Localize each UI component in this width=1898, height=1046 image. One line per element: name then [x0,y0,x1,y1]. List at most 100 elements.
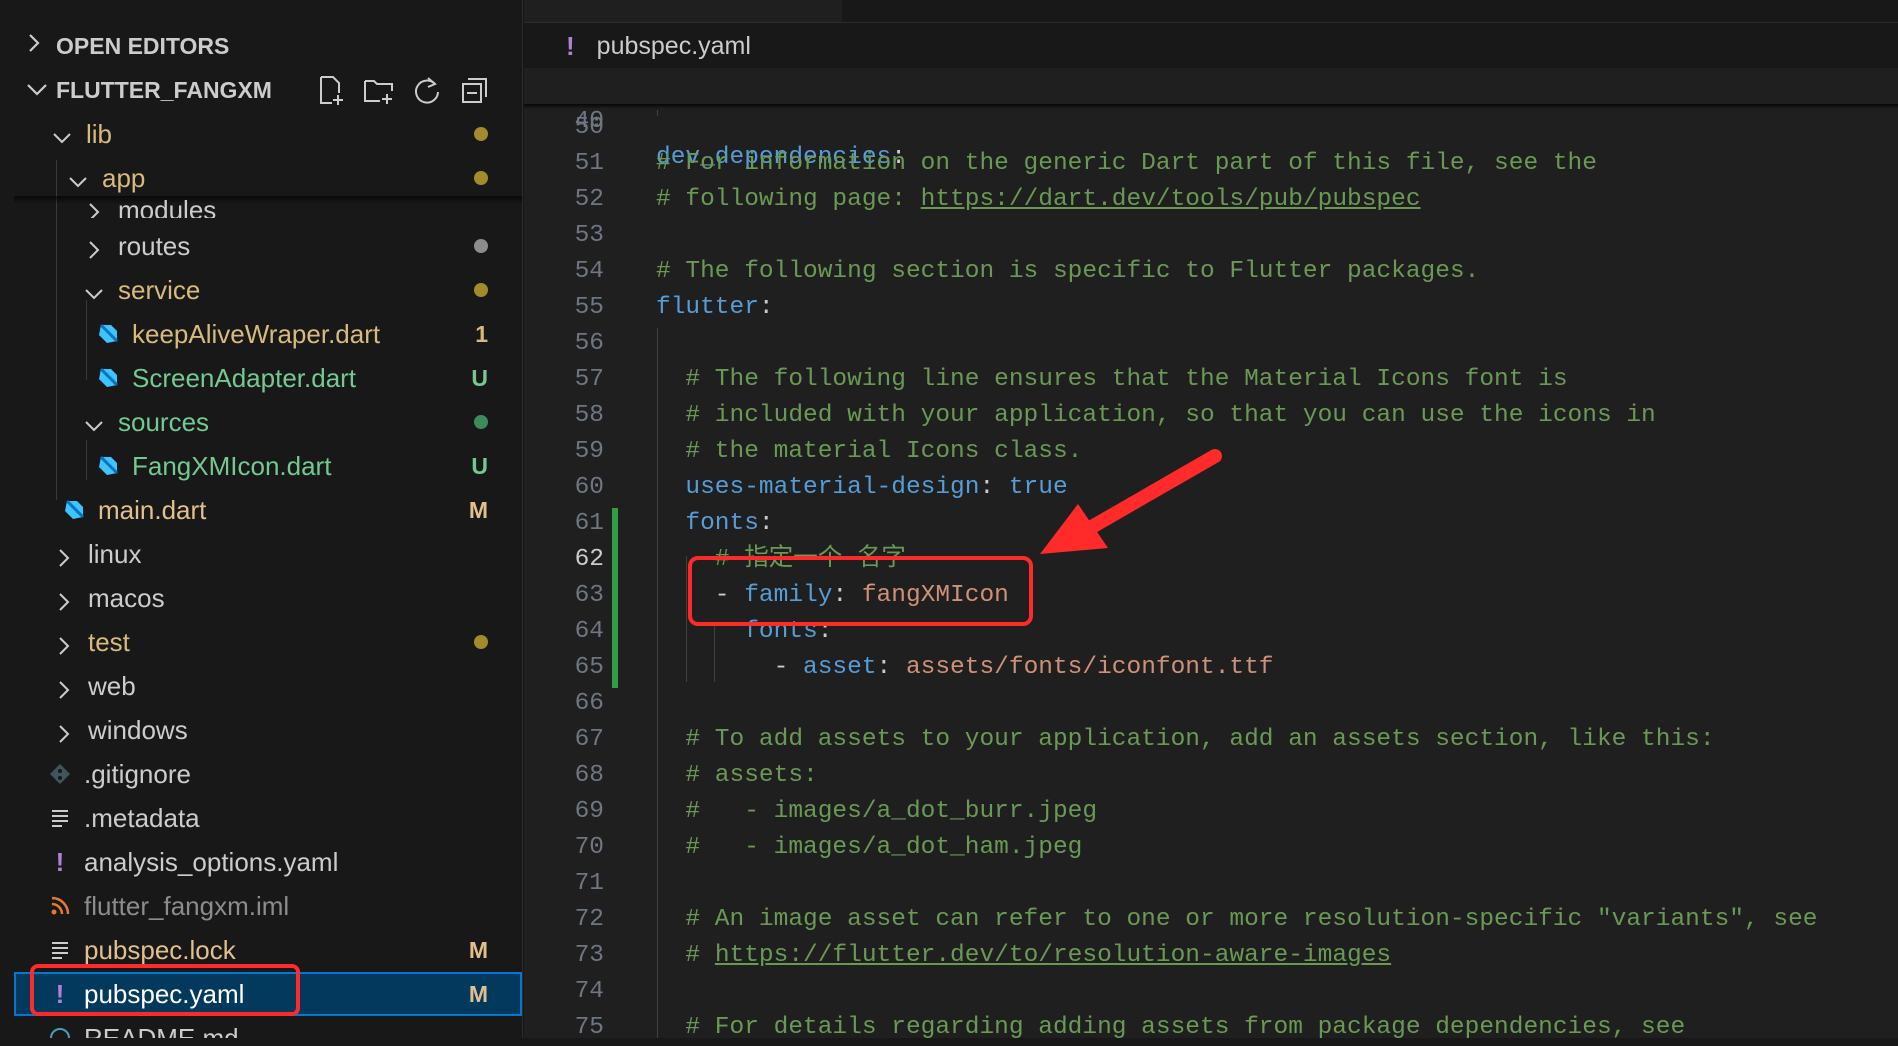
line-number: 74 [574,978,604,1005]
tree-folder-sources[interactable]: sources [14,400,522,444]
dart-file-icon [60,496,88,524]
comment-text: # For information on the generic Dart pa… [656,150,1597,177]
code-text: - asset: assets/fonts/iconfont.ttf [656,650,1274,686]
code-line[interactable]: 53 [524,218,1898,254]
yaml-colon: : [876,654,906,681]
line-number: 56 [574,330,604,357]
code-line[interactable]: 69 # - images/a_dot_burr.jpeg [524,794,1898,830]
code-line[interactable]: 70 # - images/a_dot_ham.jpeg [524,830,1898,866]
chevron-down-icon [84,412,104,432]
line-number: 60 [574,474,604,501]
comment-text: # https://flutter.dev/to/resolution-awar… [656,938,1391,974]
project-header[interactable]: FLUTTER_FANGXM [0,70,522,110]
open-editors-header[interactable]: OPEN EDITORS [0,26,522,66]
tree-item-label: pubspec.lock [84,934,236,965]
tree-folder-web[interactable]: web [14,664,522,708]
code-line[interactable]: 66 [524,686,1898,722]
tree-file-screenadapter[interactable]: ScreenAdapter.dart U [14,356,522,400]
editor-tab[interactable] [1200,0,1545,22]
tree-folder-modules[interactable]: modules [14,190,522,218]
tree-folder-routes[interactable]: routes [14,224,522,268]
line-number: 65 [574,654,604,681]
tree-item-label: modules [118,195,217,218]
chevron-right-icon [84,198,104,218]
code-line[interactable]: 65 - asset: assets/fonts/iconfont.ttf [524,650,1898,686]
tree-item-label: lib [86,118,113,149]
yaml-exclamation-icon: ! [55,846,65,877]
modified-dot [474,239,488,253]
code-line[interactable]: 68 # assets: [524,758,1898,794]
text-lines-icon [46,936,74,964]
dart-file-icon [94,320,122,348]
tree-folder-lib[interactable]: lib [14,112,522,156]
tree-file-readme[interactable]: README.md [14,1016,522,1038]
new-folder-icon[interactable] [362,73,396,107]
project-label: FLUTTER_FANGXM [56,76,272,103]
tree-folder-linux[interactable]: linux [14,532,522,576]
code-line[interactable]: 50 [524,110,1898,146]
tree-folder-macos[interactable]: macos [14,576,522,620]
problem-count-badge: 1 [475,320,488,347]
code-line[interactable]: 54 # The following section is specific to… [524,254,1898,290]
code-line[interactable]: 67 # To add assets to your application, … [524,722,1898,758]
sticky-scroll-line[interactable]: 40 dev_dependencies: [524,68,1898,171]
annotation-highlight-box [688,556,1033,626]
tree-folder-test[interactable]: test [14,620,522,664]
editor-tab[interactable] [1544,0,1898,22]
editor-tab[interactable] [524,0,843,22]
line-number: 59 [574,438,604,465]
refresh-icon[interactable] [410,73,444,107]
code-line[interactable]: 75 # For details regarding adding assets… [524,1010,1898,1046]
chevron-right-icon [54,544,74,567]
tree-item-label: flutter_fangxm.iml [84,890,290,921]
tree-file-analysis-options[interactable]: ! analysis_options.yaml [14,840,522,884]
yaml-key: asset [803,654,877,681]
tree-file-iml[interactable]: flutter_fangxm.iml [14,884,522,928]
comment-link[interactable]: https://dart.dev/tools/pub/pubspec [921,186,1421,213]
code-line[interactable]: 72 # An image asset can refer to one or … [524,902,1898,938]
tree-item-label: main.dart [98,494,207,525]
code-text: fonts: [656,506,774,542]
git-status-badge: M [468,936,488,963]
yaml-colon: : [758,510,774,537]
editor-tab[interactable] [842,0,1201,22]
line-number: 53 [574,222,604,249]
tree-file-metadata[interactable]: .metadata [14,796,522,840]
tree-file-fangxmicon[interactable]: FangXMIcon.dart U [14,444,522,488]
new-file-icon[interactable] [314,73,348,107]
code-line[interactable]: 51 # For information on the generic Dart … [524,146,1898,182]
tree-file-keepalivewraper[interactable]: keepAliveWraper.dart 1 [14,312,522,356]
tree-item-label: routes [118,230,191,261]
code-line[interactable]: 56 [524,326,1898,362]
tree-item-label: keepAliveWraper.dart [132,318,381,349]
code-line[interactable]: 71 [524,866,1898,902]
yaml-key: uses-material-design [656,474,980,501]
code-line[interactable]: 58 # included with your application, so … [524,398,1898,434]
line-number: 68 [574,762,604,789]
line-number: 67 [574,726,604,753]
tree-folder-service[interactable]: service [14,268,522,312]
line-number: 61 [574,510,604,537]
tree-file-gitignore[interactable]: .gitignore [14,752,522,796]
comment-link[interactable]: https://flutter.dev/to/resolution-aware-… [715,942,1391,969]
chevron-down-icon [84,280,104,300]
modified-dot [474,283,488,297]
comment-text: # An image asset can refer to one or mor… [656,906,1818,933]
code-line[interactable]: 57 # The following line ensures that the… [524,362,1898,398]
breadcrumb-file[interactable]: pubspec.yaml [597,32,751,61]
tree-file-main[interactable]: main.dart M [14,488,522,532]
tree-folder-windows[interactable]: windows [14,708,522,752]
chevron-right-icon [84,236,104,259]
code-line[interactable]: 73 # https://flutter.dev/to/resolution-a… [524,938,1898,974]
code-line[interactable]: 74 [524,974,1898,1010]
code-line[interactable]: 52 # following page: https://dart.dev/too… [524,182,1898,218]
code-line[interactable]: 55 flutter: [524,290,1898,326]
comment-text: # included with your application, so tha… [656,402,1656,429]
line-number: 50 [574,114,604,141]
tree-item-label: FangXMIcon.dart [132,450,332,481]
breadcrumb[interactable]: ! pubspec.yaml [566,28,751,64]
line-number: 66 [574,690,604,717]
collapse-all-icon[interactable] [458,73,492,107]
git-status-badge: M [468,496,488,523]
tree-item-label: web [88,670,136,701]
